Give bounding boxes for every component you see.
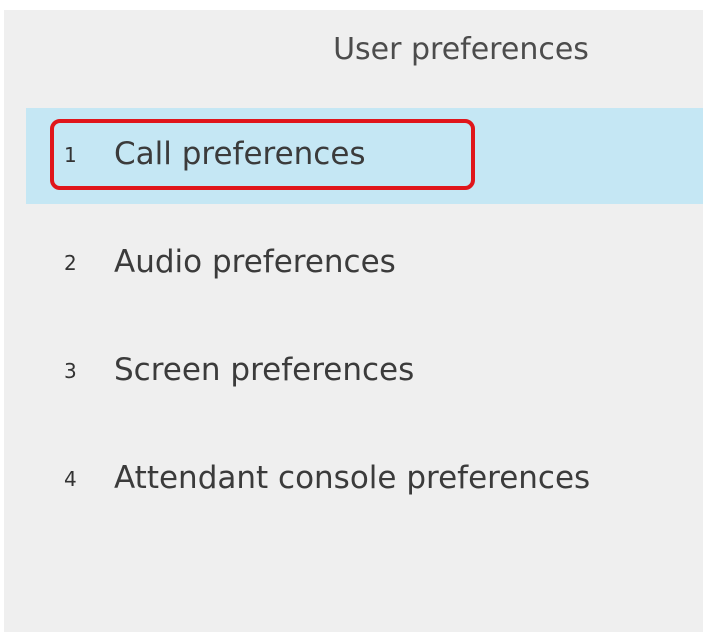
menu-item-number: 4	[64, 467, 77, 491]
menu-item-number: 2	[64, 251, 77, 275]
menu-item-call-preferences[interactable]: 1 Call preferences	[26, 108, 703, 204]
menu-item-screen-preferences[interactable]: 3 Screen preferences	[26, 324, 703, 420]
menu-item-label: Attendant console preferences	[114, 460, 591, 496]
menu-item-label: Screen preferences	[114, 352, 415, 388]
menu-item-label: Audio preferences	[114, 244, 396, 280]
selection-highlight-outline	[50, 119, 475, 190]
menu-item-number: 3	[64, 359, 77, 383]
menu-item-audio-preferences[interactable]: 2 Audio preferences	[26, 216, 703, 312]
phone-screen: User preferences 1 Call preferences 2 Au…	[4, 10, 703, 632]
menu-item-attendant-console-preferences[interactable]: 4 Attendant console preferences	[26, 432, 703, 528]
preferences-menu: 1 Call preferences 2 Audio preferences 3…	[26, 108, 703, 540]
page-title: User preferences	[333, 32, 589, 67]
